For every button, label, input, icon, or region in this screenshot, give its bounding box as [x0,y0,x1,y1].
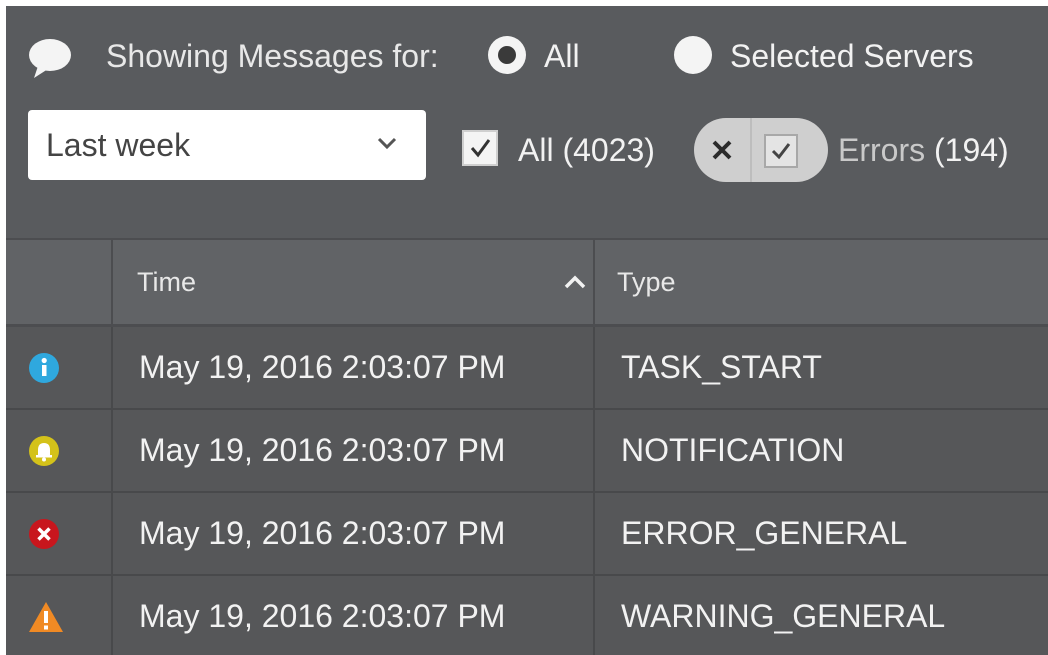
row-time: May 19, 2016 2:03:07 PM [113,493,595,574]
row-time: May 19, 2016 2:03:07 PM [113,327,595,408]
row-icon-cell [6,410,113,491]
row-icon-cell [6,576,113,655]
errors-toggle[interactable] [694,118,828,182]
table-row[interactable]: May 19, 2016 2:03:07 PM WARNING_GENERAL [6,576,1048,655]
column-header-time-label: Time [137,266,196,297]
all-messages-checkbox[interactable] [462,130,498,166]
table-row[interactable]: May 19, 2016 2:03:07 PM NOTIFICATION [6,410,1048,493]
row-type: TASK_START [621,349,822,385]
column-header-icon [6,240,113,324]
row-time: May 19, 2016 2:03:07 PM [113,576,595,655]
radio-selected-servers-label[interactable]: Selected Servers [730,38,974,75]
row-type: WARNING_GENERAL [621,598,946,634]
errors-count: (194) [934,132,1009,168]
chevron-down-icon [377,137,397,150]
chat-bubble-icon [29,39,71,78]
check-icon [470,139,491,158]
row-time: May 19, 2016 2:03:07 PM [113,410,595,491]
messages-table: Time Type May 19, 2016 2:03:07 PM TASK_S… [6,238,1048,655]
messages-panel: Showing Messages for: All Selected Serve… [6,6,1048,655]
time-range-dropdown[interactable]: Last week [28,110,426,180]
close-icon [712,140,732,160]
errors-label[interactable]: Errors (194) [838,132,1009,169]
bell-icon [29,435,59,466]
column-header-time[interactable]: Time [113,240,595,324]
info-icon [29,352,59,383]
table-header: Time Type [6,238,1048,327]
toggle-divider [750,118,752,182]
sort-ascending-icon[interactable] [563,272,587,292]
toggle-off-segment[interactable] [694,118,750,182]
check-icon [771,143,791,160]
row-type: ERROR_GENERAL [621,515,908,551]
radio-all[interactable] [488,36,526,74]
errors-label-text: Errors [838,132,926,168]
server-filter-row: Showing Messages for: All Selected Serve… [6,26,1048,82]
all-count: (4023) [562,132,655,168]
toggle-on-checkbox[interactable] [764,134,798,168]
all-messages-label[interactable]: All (4023) [518,132,655,169]
radio-all-label[interactable]: All [544,38,580,75]
row-type: NOTIFICATION [621,432,845,468]
showing-messages-label: Showing Messages for: [106,38,439,74]
all-label-text: All [518,132,554,168]
table-row[interactable]: May 19, 2016 2:03:07 PM TASK_START [6,327,1048,410]
time-range-value: Last week [46,126,191,163]
radio-selected-servers[interactable] [674,36,712,74]
error-icon [29,518,59,549]
column-header-type[interactable]: Type [595,240,1048,324]
row-icon-cell [6,493,113,574]
table-row[interactable]: May 19, 2016 2:03:07 PM ERROR_GENERAL [6,493,1048,576]
warning-icon [29,601,63,632]
row-icon-cell [6,327,113,408]
